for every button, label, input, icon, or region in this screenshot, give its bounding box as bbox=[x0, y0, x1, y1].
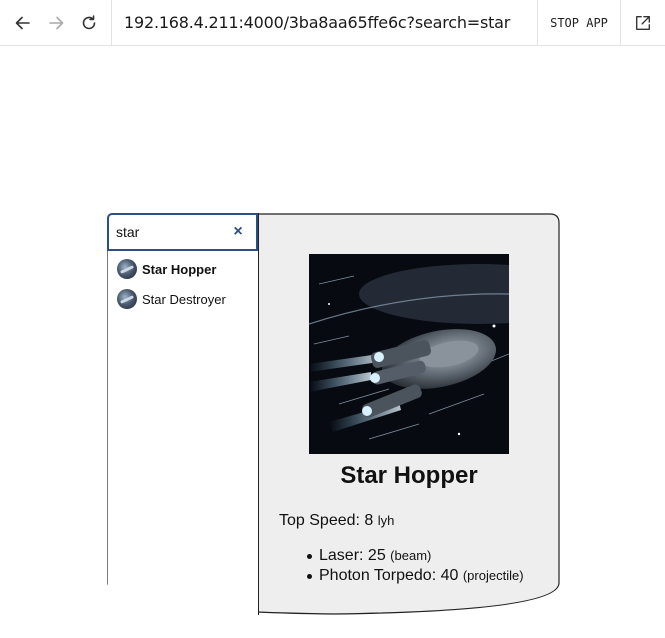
search-field[interactable]: × bbox=[107, 213, 258, 251]
app-panel: × Star Hopper Star Destroyer bbox=[107, 213, 560, 615]
top-speed: Top Speed: 8 lyh bbox=[279, 512, 394, 530]
result-label: Star Destroyer bbox=[142, 291, 226, 307]
weapon-type: (beam) bbox=[390, 548, 432, 563]
results-list: Star Hopper Star Destroyer bbox=[107, 254, 257, 314]
clear-search-button[interactable]: × bbox=[227, 221, 249, 243]
weapon-item: Laser: 25 (beam) bbox=[307, 546, 524, 566]
arrow-left-icon bbox=[15, 16, 30, 29]
starship-illustration bbox=[309, 254, 509, 454]
detail-panel: Star Hopper Top Speed: 8 lyh Laser: 25 (… bbox=[259, 214, 559, 612]
result-item-star-hopper[interactable]: Star Hopper bbox=[107, 254, 257, 284]
weapon-name: Photon Torpedo: bbox=[319, 567, 437, 584]
ship-thumbnail bbox=[117, 259, 137, 279]
external-link-icon bbox=[636, 15, 650, 30]
weapon-damage: 25 bbox=[367, 547, 386, 564]
top-speed-value: 8 bbox=[364, 512, 374, 529]
reload-icon bbox=[82, 14, 95, 29]
forward-button[interactable] bbox=[39, 0, 72, 45]
ship-thumbnail bbox=[117, 289, 137, 309]
arrow-right-icon bbox=[48, 16, 63, 29]
reload-button[interactable] bbox=[72, 0, 105, 45]
top-speed-unit: lyh bbox=[377, 513, 395, 528]
result-label: Star Hopper bbox=[142, 261, 217, 277]
weapon-type: (projectile) bbox=[462, 568, 524, 583]
address-bar[interactable]: 192.168.4.211:4000/3ba8aa65ffe6c?search=… bbox=[112, 0, 537, 45]
ship-image bbox=[309, 254, 509, 454]
browser-toolbar: 192.168.4.211:4000/3ba8aa65ffe6c?search=… bbox=[0, 0, 665, 46]
result-item-star-destroyer[interactable]: Star Destroyer bbox=[107, 284, 257, 314]
back-button[interactable] bbox=[6, 0, 39, 45]
stop-app-button[interactable]: STOP APP bbox=[537, 0, 621, 45]
weapons-list: Laser: 25 (beam) Photon Torpedo: 40 (pro… bbox=[307, 546, 524, 586]
top-speed-label: Top Speed: bbox=[279, 512, 360, 529]
weapon-damage: 40 bbox=[440, 567, 459, 584]
weapon-item: Photon Torpedo: 40 (projectile) bbox=[307, 566, 524, 586]
nav-buttons bbox=[0, 0, 112, 45]
open-external-button[interactable] bbox=[621, 0, 665, 45]
ship-name-heading: Star Hopper bbox=[340, 462, 478, 489]
search-input[interactable] bbox=[109, 217, 227, 247]
weapon-name: Laser: bbox=[319, 547, 364, 564]
